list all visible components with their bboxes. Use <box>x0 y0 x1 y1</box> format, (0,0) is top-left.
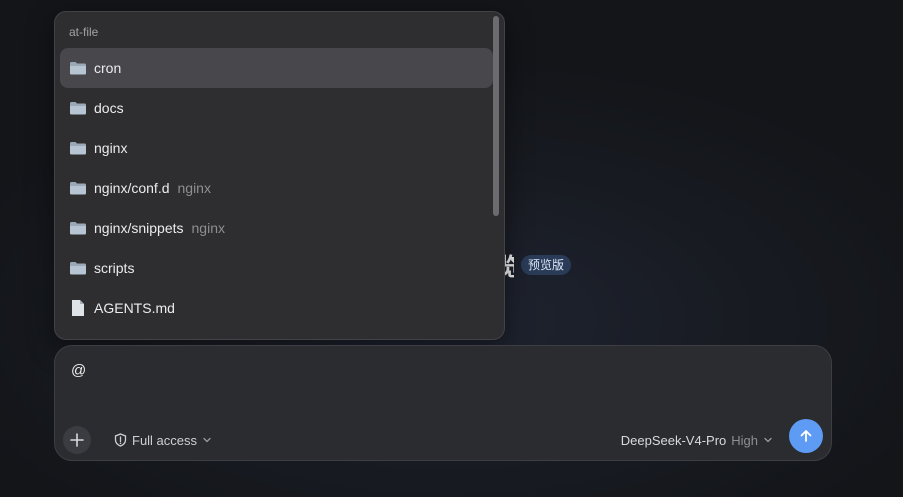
item-parent-path: nginx <box>191 220 225 236</box>
item-label: cron <box>94 60 122 76</box>
folder-icon <box>68 58 88 78</box>
model-name: DeepSeek-V4-Pro <box>620 432 727 448</box>
list-item-nginx[interactable]: nginx <box>60 128 493 168</box>
folder-icon <box>68 98 88 118</box>
list-item-scripts[interactable]: scripts <box>60 248 493 288</box>
item-parent-path: nginx <box>177 180 211 196</box>
composer-input[interactable]: @ <box>71 362 86 379</box>
item-label: nginx/snippets <box>94 220 184 236</box>
file-icon <box>68 298 88 318</box>
arrow-up-icon <box>800 430 812 442</box>
chevron-down-icon <box>764 437 772 443</box>
item-label: nginx <box>94 140 128 156</box>
item-label: AGENTS.md <box>94 300 175 316</box>
message-composer: @ Full access DeepSeek-V4-Pro High <box>54 345 832 461</box>
preview-badge: 预览版 <box>521 255 572 275</box>
file-suggestion-list: cron docs nginx nginx/conf.d nginx nginx… <box>60 48 493 328</box>
model-effort: High <box>731 432 758 448</box>
shield-icon <box>114 433 127 447</box>
send-button[interactable] <box>789 419 823 453</box>
access-label: Full access <box>132 432 198 448</box>
list-item-agents-md[interactable]: AGENTS.md <box>60 288 493 328</box>
item-label: scripts <box>94 260 135 276</box>
plus-icon <box>70 433 84 447</box>
model-selector-dropdown[interactable]: DeepSeek-V4-Pro High <box>621 430 773 450</box>
popup-header: at-file <box>69 25 99 39</box>
list-item-nginx-snippets[interactable]: nginx/snippets nginx <box>60 208 493 248</box>
at-file-popup: at-file cron docs nginx nginx/conf.d ngi <box>54 11 505 340</box>
folder-icon <box>68 258 88 278</box>
chevron-down-icon <box>203 437 211 443</box>
popup-scrollbar[interactable] <box>493 16 499 216</box>
access-level-dropdown[interactable]: Full access <box>114 430 212 450</box>
add-attachment-button[interactable] <box>63 426 91 454</box>
item-label: docs <box>94 100 124 116</box>
list-item-nginx-conf-d[interactable]: nginx/conf.d nginx <box>60 168 493 208</box>
folder-icon <box>68 218 88 238</box>
list-item-cron[interactable]: cron <box>60 48 493 88</box>
item-label: nginx/conf.d <box>94 180 170 196</box>
list-item-docs[interactable]: docs <box>60 88 493 128</box>
folder-icon <box>68 138 88 158</box>
folder-icon <box>68 178 88 198</box>
